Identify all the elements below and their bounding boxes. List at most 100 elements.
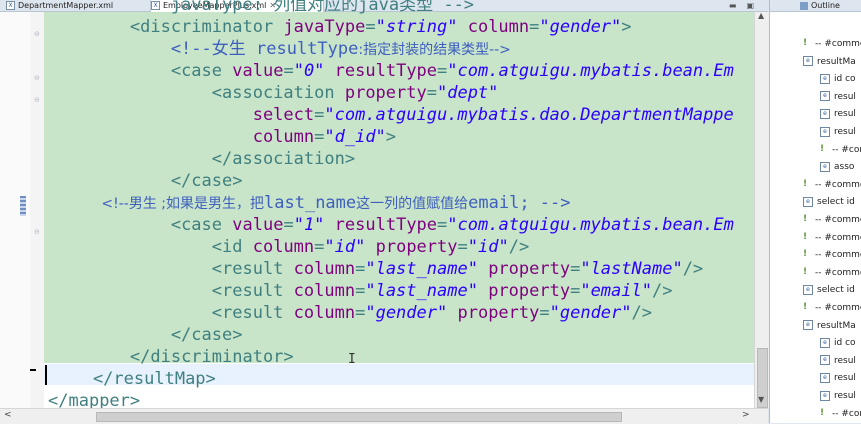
vertical-scrollbar[interactable]: ▲ ▼ (754, 11, 769, 408)
element-node-icon: e (820, 108, 830, 119)
scroll-left-icon[interactable]: < (4, 410, 12, 420)
outline-item[interactable]: ! -- #comme (803, 177, 861, 194)
outline-item[interactable]: ! -- #com (820, 142, 861, 159)
outline-icon (800, 1, 808, 10)
code-token: :指定封装的结果类型--> (358, 42, 511, 58)
xml-editor[interactable]: X DepartmentMapper.xml X EmployeeMapperPlu… (0, 0, 769, 424)
code-line[interactable]: <!--男生 ;如果是男生，把last_name这一列的值赋值给email; -… (48, 192, 571, 214)
code-area[interactable]: javaType: 列值对应的java类型 --> <discriminator… (48, 0, 752, 408)
code-token: case (191, 171, 233, 191)
outline-item[interactable]: e id co (820, 71, 856, 88)
code-line[interactable]: javaType: 列值对应的java类型 --> (48, 0, 474, 16)
outline-item[interactable]: e resul (820, 89, 856, 106)
outline-item[interactable]: e resul (820, 106, 856, 123)
code-line[interactable]: <id column="id" property="id"/> (48, 236, 529, 258)
outline-item[interactable]: e select id (803, 194, 855, 211)
code-line[interactable]: <!--女生 resultType:指定封装的结果类型--> (48, 38, 511, 60)
outline-item[interactable]: ! -- #comme (803, 300, 861, 317)
outline-item[interactable]: e id co (820, 335, 856, 352)
code-line[interactable]: column="d_id"> (48, 126, 396, 148)
code-line[interactable]: </mapper> (48, 390, 140, 408)
outline-item[interactable]: ! -- #comme (803, 212, 861, 229)
outline-item-label: resultMa (817, 320, 856, 331)
code-token: property (488, 259, 571, 279)
outline-item[interactable]: ! -- #comme (803, 247, 861, 264)
code-token: resultType (256, 39, 359, 59)
code-line[interactable]: </case> (48, 170, 243, 192)
code-token: case (181, 215, 223, 235)
code-token: < (48, 17, 141, 37)
comment-node-icon: ! (803, 178, 808, 189)
outline-item[interactable]: e resul (820, 124, 856, 141)
code-line[interactable]: <result column="last_name" property="las… (48, 258, 703, 280)
outline-item-label: resul (834, 109, 856, 120)
code-line[interactable]: select="com.atguigu.mybatis.dao.Departme… (48, 104, 734, 126)
code-token: javaType (283, 17, 366, 37)
element-node-icon: e (803, 196, 813, 207)
xml-file-icon: X (6, 1, 15, 10)
code-token: 这一列的值赋值给 (356, 196, 469, 212)
code-token: last_name (264, 193, 357, 213)
code-line[interactable]: </association> (48, 148, 355, 170)
outline-item[interactable]: e resultMa (803, 318, 856, 335)
code-line[interactable]: <result column="gender" property="gender… (48, 302, 652, 324)
outline-item-label: -- #comme (815, 303, 861, 313)
code-line[interactable]: <case value="0" resultType="com.atguigu.… (48, 60, 734, 82)
code-line[interactable]: <result column="last_name" property="ema… (48, 280, 673, 302)
code-token: > (232, 325, 243, 345)
element-node-icon: e (820, 372, 830, 383)
outline-item[interactable]: ! -- #comme (803, 230, 861, 247)
horizontal-scrollbar[interactable]: < > (0, 408, 768, 424)
outline-item[interactable]: e resultMa (803, 54, 856, 71)
outline-item[interactable]: ! -- #comme (803, 36, 861, 53)
outline-item[interactable]: e resul (820, 388, 856, 405)
outline-item[interactable]: e select id (803, 282, 855, 299)
fold-toggle-icon[interactable]: ⊖ (34, 74, 40, 82)
code-token: < (48, 215, 182, 235)
code-token: /> (508, 237, 530, 257)
outline-item[interactable]: e resul (820, 353, 856, 370)
code-line[interactable]: </discriminator> (48, 346, 294, 368)
code-token: resultMap (113, 369, 206, 389)
code-token: "last_name" (365, 281, 478, 301)
scroll-up-icon[interactable]: ▲ (758, 11, 764, 20)
fold-toggle-icon[interactable]: ⊖ (34, 96, 40, 104)
outline-item[interactable]: ! -- #com (820, 406, 861, 423)
code-token: association (222, 83, 335, 103)
annotation-marker[interactable] (20, 196, 26, 216)
code-line[interactable]: <discriminator javaType="string" column=… (48, 16, 632, 38)
code-token: case (181, 61, 223, 81)
code-line[interactable]: </case> (48, 324, 243, 346)
scroll-right-icon[interactable]: > (742, 410, 750, 420)
code-line[interactable]: <association property="dept" (48, 82, 499, 104)
fold-toggle-icon[interactable]: ⊖ (34, 228, 40, 236)
code-token: = (355, 259, 366, 279)
outline-item-label: resul (834, 127, 856, 137)
code-token: <!--女生 (48, 39, 256, 59)
code-line[interactable]: <case value="1" resultType="com.atguigu.… (48, 214, 734, 236)
horizontal-scroll-thumb[interactable] (96, 412, 622, 422)
outline-item[interactable]: ! -- #comme (803, 265, 861, 282)
text-caret (45, 365, 47, 385)
outline-item[interactable]: e resul (820, 370, 856, 387)
element-node-icon: e (803, 56, 813, 67)
code-token: > (344, 149, 356, 169)
outline-header: Outline (770, 0, 861, 12)
outline-item-label: resul (834, 391, 856, 401)
code-token: property (344, 83, 427, 103)
outline-item[interactable]: e asso (820, 159, 854, 176)
code-token: column (293, 303, 356, 323)
code-line[interactable]: </resultMap> (52, 368, 216, 390)
code-token: = (437, 61, 448, 81)
fold-toggle-icon[interactable]: ⊖ (34, 30, 40, 38)
scroll-down-icon[interactable]: ▼ (758, 395, 764, 404)
code-token: email; --> (468, 193, 571, 213)
